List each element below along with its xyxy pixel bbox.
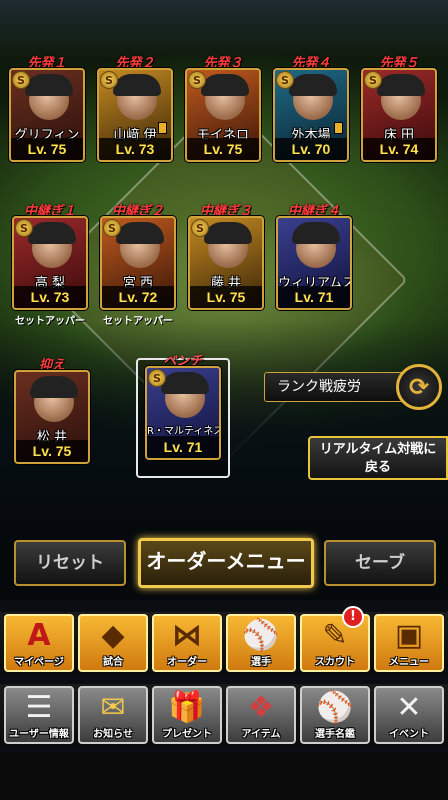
player-level: Lv. 73	[14, 286, 86, 308]
player-cap	[201, 74, 249, 96]
menu-icon: ▣	[394, 618, 424, 653]
player-card[interactable]: S 床 田 Lv. 74	[361, 68, 437, 162]
return-realtime-button[interactable]: リアルタイム対戦に 戻る	[308, 436, 448, 480]
rank-s-icon: S	[100, 71, 118, 89]
menu-present[interactable]: 🎁 プレゼント	[152, 686, 222, 744]
menu-items[interactable]: ❖ アイテム	[226, 686, 296, 744]
notification-badge-icon: !	[342, 606, 364, 628]
menu-menu[interactable]: ▣ メニュー	[374, 614, 444, 672]
player-cap	[292, 222, 340, 244]
player-card[interactable]: S 外木場 Lv. 70	[273, 68, 349, 162]
menu-label: スカウト	[315, 657, 355, 668]
player-level: Lv. 74	[363, 138, 435, 160]
player-cap	[204, 222, 252, 244]
menu-label: マイページ	[14, 657, 64, 668]
player-card[interactable]: 松 井 Lv. 75	[14, 370, 90, 464]
stadium-lights	[0, 0, 448, 60]
player-cap	[116, 222, 164, 244]
player-level: Lv. 73	[99, 138, 171, 160]
news-icon: ✉	[100, 690, 126, 725]
stadium-icon: ◆	[101, 618, 125, 653]
return-realtime-line1: リアルタイム対戦に	[319, 442, 437, 457]
menu-label: 選手名鑑	[315, 729, 355, 740]
role-label: セットアッパー	[15, 316, 85, 327]
player-card[interactable]: S 宮 西 Lv. 72	[100, 216, 176, 310]
player-level: Lv. 71	[278, 286, 350, 308]
mypage-icon: A	[27, 618, 51, 653]
item-icon: ❖	[247, 690, 275, 725]
player-level: Lv. 75	[11, 138, 83, 160]
player-cap	[113, 74, 161, 96]
player-icon: ⚾	[242, 618, 280, 653]
menu-news[interactable]: ✉ お知らせ	[78, 686, 148, 744]
menu-label: ユーザー情報	[9, 729, 69, 740]
rank-s-icon: S	[276, 71, 294, 89]
player-cap	[30, 376, 78, 398]
main-menu-bar: A マイページ ◆ 試合 ⋈ オーダー ⚾ 選手 ✎ スカウト ▣ メニュー	[0, 612, 448, 674]
menu-directory[interactable]: ⚾ 選手名鑑	[300, 686, 370, 744]
rank-s-icon: S	[364, 71, 382, 89]
menu-event[interactable]: ✕ イベント	[374, 686, 444, 744]
event-icon: ✕	[396, 690, 422, 725]
player-cap	[161, 372, 209, 394]
rank-s-icon: S	[12, 71, 30, 89]
player-card[interactable]: ウィリアムス Lv. 71	[276, 216, 352, 310]
menu-game[interactable]: ◆ 試合	[78, 614, 148, 672]
role-label: セットアッパー	[103, 316, 173, 327]
menu-label: イベント	[389, 729, 429, 740]
player-card[interactable]: S 藤 井 Lv. 75	[188, 216, 264, 310]
footer-area	[0, 752, 448, 800]
menu-label: オーダー	[167, 657, 207, 668]
rank-s-icon: S	[148, 369, 166, 387]
menu-label: 選手	[251, 657, 271, 668]
player-card[interactable]: S グリフィン Lv. 75	[9, 68, 85, 162]
player-card[interactable]: S R・マルティネス Lv. 71	[145, 366, 221, 460]
player-card[interactable]: S 山﨑 伊 Lv. 73	[97, 68, 173, 162]
order-controls: リセット オーダーメニュー セーブ	[0, 538, 448, 600]
player-level: Lv. 75	[190, 286, 262, 308]
menu-label: 試合	[103, 657, 123, 668]
player-card[interactable]: S 高 梨 Lv. 73	[12, 216, 88, 310]
menu-label: メニュー	[389, 657, 429, 668]
player-cap	[25, 74, 73, 96]
player-level: Lv. 75	[16, 440, 88, 462]
menu-label: アイテム	[241, 729, 281, 740]
order-menu-button[interactable]: オーダーメニュー	[138, 538, 314, 588]
player-level: Lv. 75	[187, 138, 259, 160]
player-cap	[28, 222, 76, 244]
menu-label: プレゼント	[162, 729, 212, 740]
save-button[interactable]: セーブ	[324, 540, 436, 586]
gift-icon: 🎁	[168, 690, 206, 725]
refresh-arrows-icon[interactable]: ⟳	[396, 364, 442, 410]
player-directory-icon: ⚾	[316, 690, 354, 725]
player-level: Lv. 70	[275, 138, 347, 160]
player-cap	[289, 74, 337, 96]
user-info-icon: ☰	[25, 690, 53, 725]
player-level: Lv. 72	[102, 286, 174, 308]
rank-s-icon: S	[15, 219, 33, 237]
menu-mypage[interactable]: A マイページ	[4, 614, 74, 672]
return-realtime-line2: 戻る	[364, 460, 391, 475]
reset-button[interactable]: リセット	[14, 540, 126, 586]
player-level: Lv. 71	[147, 436, 219, 458]
lineup-icon: ⋈	[172, 618, 202, 653]
rank-s-icon: S	[188, 71, 206, 89]
menu-order[interactable]: ⋈ オーダー	[152, 614, 222, 672]
menu-label: お知らせ	[93, 729, 133, 740]
rank-s-icon: S	[103, 219, 121, 237]
player-cap	[377, 74, 425, 96]
menu-players[interactable]: ⚾ 選手	[226, 614, 296, 672]
player-card[interactable]: S モイネロ Lv. 75	[185, 68, 261, 162]
rank-fatigue-label: ランク戦疲労	[264, 372, 414, 402]
player-name: R・マルティネス	[147, 426, 221, 437]
menu-user-info[interactable]: ☰ ユーザー情報	[4, 686, 74, 744]
rank-s-icon: S	[191, 219, 209, 237]
sub-menu-bar: ☰ ユーザー情報 ✉ お知らせ 🎁 プレゼント ❖ アイテム ⚾ 選手名鑑 ✕ …	[0, 684, 448, 746]
